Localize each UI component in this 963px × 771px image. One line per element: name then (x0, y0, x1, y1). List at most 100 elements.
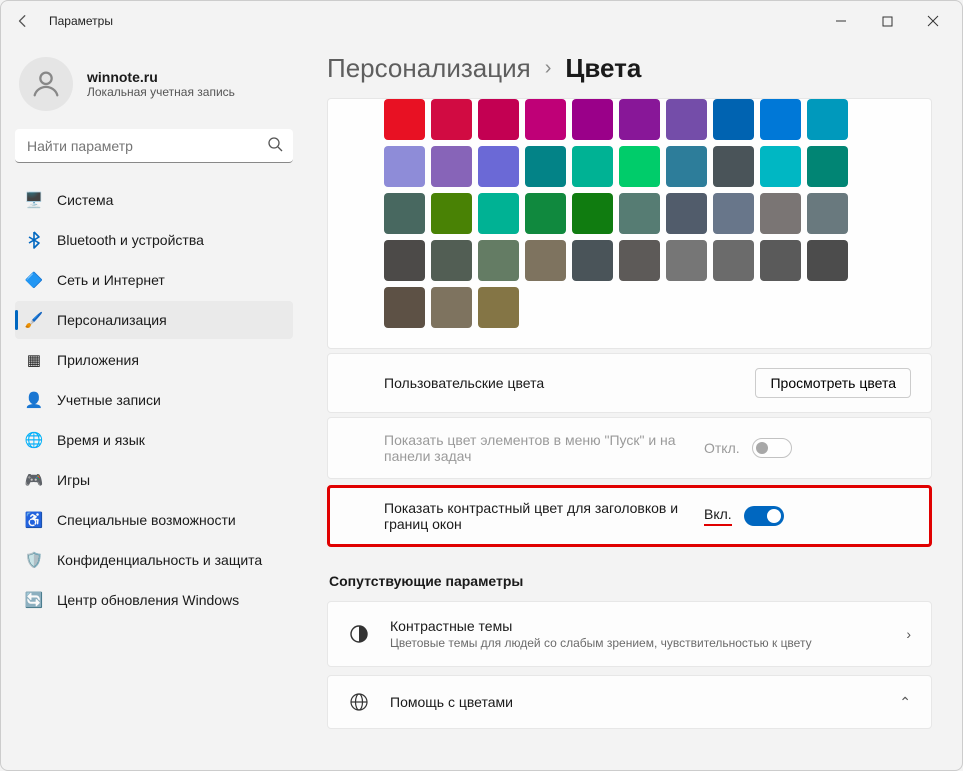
color-swatch[interactable] (760, 240, 801, 281)
color-swatch[interactable] (384, 146, 425, 187)
sidebar-item-system[interactable]: 🖥️Система (15, 181, 293, 219)
help-colors-card[interactable]: Помощь с цветами ⌃ (327, 675, 932, 729)
color-swatch[interactable] (760, 146, 801, 187)
color-swatch[interactable] (384, 193, 425, 234)
color-swatch[interactable] (666, 240, 707, 281)
personalization-icon: 🖌️ (25, 311, 43, 329)
color-swatch[interactable] (478, 99, 519, 140)
contrast-icon (348, 624, 370, 644)
contrast-themes-title: Контрастные темы (390, 618, 886, 634)
color-swatch[interactable] (619, 146, 660, 187)
color-swatch[interactable] (478, 287, 519, 328)
color-swatch[interactable] (666, 193, 707, 234)
color-swatch[interactable] (572, 240, 613, 281)
titlebar-toggle[interactable] (744, 506, 784, 526)
color-swatch[interactable] (384, 99, 425, 140)
main-content: Персонализация › Цвета Пользовательские … (301, 41, 962, 770)
sidebar-item-label: Игры (57, 472, 90, 488)
user-name: winnote.ru (87, 69, 235, 85)
maximize-button[interactable] (864, 5, 910, 37)
network-icon: 🔷 (25, 271, 43, 289)
accessibility-icon: ♿ (25, 511, 43, 529)
color-swatch[interactable] (478, 240, 519, 281)
search-box[interactable] (15, 129, 293, 163)
color-swatch[interactable] (384, 287, 425, 328)
sidebar-item-privacy[interactable]: 🛡️Конфиденциальность и защита (15, 541, 293, 579)
color-swatch[interactable] (713, 240, 754, 281)
minimize-button[interactable] (818, 5, 864, 37)
back-button[interactable] (7, 5, 39, 37)
color-swatch[interactable] (713, 99, 754, 140)
color-swatch[interactable] (431, 146, 472, 187)
color-swatch[interactable] (431, 193, 472, 234)
sidebar-item-accounts[interactable]: 👤Учетные записи (15, 381, 293, 419)
system-icon: 🖥️ (25, 191, 43, 209)
sidebar-item-time[interactable]: 🌐Время и язык (15, 421, 293, 459)
sidebar-item-label: Сеть и Интернет (57, 272, 165, 288)
related-settings-heading: Сопутствующие параметры (329, 573, 932, 589)
color-swatch[interactable] (431, 99, 472, 140)
color-swatch[interactable] (384, 240, 425, 281)
start-panel-toggle-state: Откл. (704, 440, 740, 456)
sidebar-item-personalization[interactable]: 🖌️Персонализация (15, 301, 293, 339)
help-colors-title: Помощь с цветами (390, 694, 879, 710)
color-swatch[interactable] (572, 99, 613, 140)
sidebar-item-network[interactable]: 🔷 Сеть и Интернет (15, 261, 293, 299)
color-swatch[interactable] (619, 99, 660, 140)
color-swatch[interactable] (572, 193, 613, 234)
color-swatch[interactable] (666, 99, 707, 140)
contrast-themes-card[interactable]: Контрастные темы Цветовые темы для людей… (327, 601, 932, 667)
sidebar-item-accessibility[interactable]: ♿Специальные возможности (15, 501, 293, 539)
contrast-themes-sub: Цветовые темы для людей со слабым зрение… (390, 636, 886, 650)
globe-icon (348, 692, 370, 712)
chevron-up-icon: ⌃ (899, 694, 911, 711)
custom-colors-row: Пользовательские цвета Просмотреть цвета (327, 353, 932, 413)
color-swatch[interactable] (807, 193, 848, 234)
sidebar-item-gaming[interactable]: 🎮Игры (15, 461, 293, 499)
color-swatch[interactable] (713, 193, 754, 234)
color-swatch[interactable] (478, 193, 519, 234)
search-input[interactable] (15, 129, 293, 163)
sidebar-item-apps[interactable]: ▦Приложения (15, 341, 293, 379)
color-swatch[interactable] (807, 240, 848, 281)
bluetooth-icon (25, 231, 43, 249)
user-block[interactable]: winnote.ru Локальная учетная запись (15, 51, 293, 129)
start-panel-color-row: Показать цвет элементов в меню "Пуск" и … (327, 417, 932, 479)
color-palette-panel (327, 98, 932, 349)
user-sub: Локальная учетная запись (87, 85, 235, 99)
nav: 🖥️СистемаBluetooth и устройства 🔷 Сеть и И… (15, 181, 293, 619)
color-swatch[interactable] (807, 99, 848, 140)
apps-icon: ▦ (25, 351, 43, 369)
color-swatch[interactable] (525, 99, 566, 140)
color-swatch[interactable] (760, 99, 801, 140)
color-swatch[interactable] (619, 193, 660, 234)
breadcrumb-current: Цвета (565, 53, 641, 84)
time-icon: 🌐 (25, 431, 43, 449)
titlebar-color-label: Показать контрастный цвет для заголовков… (384, 500, 704, 532)
color-swatch[interactable] (666, 146, 707, 187)
accounts-icon: 👤 (25, 391, 43, 409)
color-swatch[interactable] (478, 146, 519, 187)
color-swatch[interactable] (431, 287, 472, 328)
sidebar-item-label: Конфиденциальность и защита (57, 552, 262, 568)
color-swatch[interactable] (525, 193, 566, 234)
titlebar-toggle-state: Вкл. (704, 506, 732, 526)
sidebar-item-bluetooth[interactable]: Bluetooth и устройства (15, 221, 293, 259)
color-swatch[interactable] (572, 146, 613, 187)
color-swatch[interactable] (713, 146, 754, 187)
color-swatch[interactable] (807, 146, 848, 187)
color-swatch[interactable] (525, 146, 566, 187)
sidebar-item-label: Центр обновления Windows (57, 592, 239, 608)
close-button[interactable] (910, 5, 956, 37)
color-swatch[interactable] (619, 240, 660, 281)
color-swatch[interactable] (525, 240, 566, 281)
color-swatch[interactable] (760, 193, 801, 234)
chevron-right-icon: › (906, 626, 911, 642)
search-icon (267, 136, 283, 155)
view-colors-button[interactable]: Просмотреть цвета (755, 368, 911, 398)
color-swatch[interactable] (431, 240, 472, 281)
start-panel-color-label: Показать цвет элементов в меню "Пуск" и … (384, 432, 704, 464)
sidebar-item-update[interactable]: 🔄Центр обновления Windows (15, 581, 293, 619)
start-panel-toggle (752, 438, 792, 458)
breadcrumb-parent[interactable]: Персонализация (327, 53, 531, 84)
